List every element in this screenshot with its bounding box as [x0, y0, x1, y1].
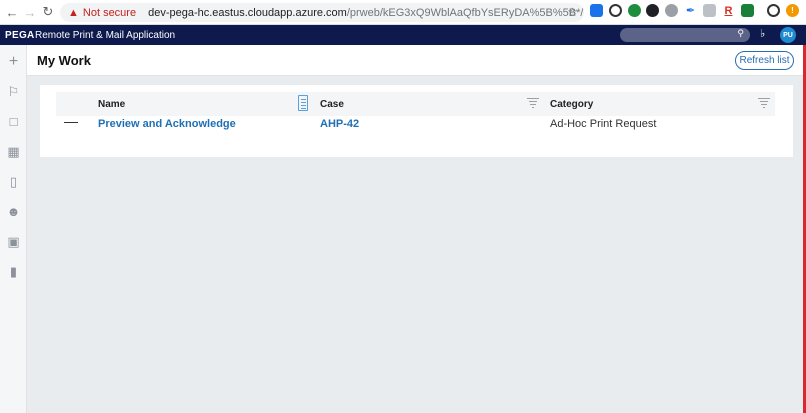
extension-box-icon[interactable]: [703, 4, 716, 17]
users-icon[interactable]: ☻: [5, 203, 22, 220]
extension-dark-icon[interactable]: [646, 4, 659, 17]
search-input[interactable]: ⚲: [620, 28, 750, 42]
url-host: dev-pega-hc.eastus.cloudapp.azure.com: [148, 6, 347, 19]
dashboard-icon[interactable]: ▦: [5, 143, 22, 160]
search-icon[interactable]: ⚲: [737, 28, 744, 39]
row-expand-icon[interactable]: [64, 122, 78, 123]
column-header-category[interactable]: Category: [550, 99, 593, 110]
extension-r-icon[interactable]: R: [722, 4, 735, 17]
chat-icon[interactable]: □: [5, 113, 22, 130]
flag-icon[interactable]: ⚐: [5, 83, 22, 100]
bell-icon[interactable]: ♭: [760, 27, 765, 40]
extension-sheet-icon[interactable]: [741, 4, 754, 17]
inbox-icon[interactable]: ▣: [5, 233, 22, 250]
profile-icon[interactable]: [767, 4, 780, 17]
refresh-list-button[interactable]: Refresh list: [735, 51, 794, 70]
table-header: Name Case Category: [56, 92, 775, 116]
back-icon[interactable]: ←: [3, 3, 21, 21]
clipboard-icon[interactable]: ▮: [5, 263, 22, 280]
not-secure-label: Not secure: [82, 6, 137, 19]
pen-icon[interactable]: ✒: [684, 4, 697, 17]
app-header: PEGA Remote Print & Mail Application ⚲ ♭…: [0, 25, 806, 45]
task-name-link[interactable]: Preview and Acknowledge: [98, 118, 236, 130]
url-path: /prweb/kEG3xQ9WblAaQfbYsERyDA%5B%5B*/!ST…: [346, 6, 584, 19]
browser-toolbar: ← → ↻ ▲ Not secure dev-pega-hc.eastus.cl…: [0, 0, 806, 25]
filter-icon[interactable]: [527, 96, 539, 109]
warning-icon: ▲: [68, 6, 79, 19]
main-content: My Work Refresh list Name Case Category …: [27, 45, 803, 413]
column-header-name[interactable]: Name: [98, 99, 125, 110]
page-title: My Work: [37, 53, 91, 68]
worklist-card: Name Case Category Preview and Acknowled…: [40, 85, 793, 157]
extension-circle-icon[interactable]: [609, 4, 622, 17]
table-row: Preview and Acknowledge AHP-42 Ad-Hoc Pr…: [56, 116, 775, 144]
extension-gray-icon[interactable]: [665, 4, 678, 17]
bookmark-star-icon[interactable]: ☆: [567, 5, 578, 19]
plus-icon[interactable]: +: [5, 53, 22, 70]
extension-grid-icon[interactable]: [590, 4, 603, 17]
document-icon[interactable]: ▯: [5, 173, 22, 190]
sidebar: + ⚐ □ ▦ ▯ ☻ ▣ ▮: [0, 45, 27, 413]
filter-icon[interactable]: [758, 96, 770, 109]
app-title: Remote Print & Mail Application: [35, 29, 176, 41]
pega-logo[interactable]: PEGA: [0, 30, 34, 41]
column-settings-icon[interactable]: [298, 95, 308, 111]
reload-icon[interactable]: ↻: [39, 3, 57, 21]
extension-green-icon[interactable]: [628, 4, 641, 17]
forward-icon[interactable]: →: [21, 3, 39, 21]
update-alert-icon[interactable]: !: [786, 4, 799, 17]
avatar[interactable]: PU: [780, 27, 796, 43]
column-header-case[interactable]: Case: [320, 99, 344, 110]
page-header: My Work Refresh list: [27, 45, 803, 76]
address-bar[interactable]: ▲ Not secure dev-pega-hc.eastus.cloudapp…: [60, 3, 584, 22]
case-id-link[interactable]: AHP-42: [320, 118, 359, 130]
category-cell: Ad-Hoc Print Request: [550, 118, 657, 130]
